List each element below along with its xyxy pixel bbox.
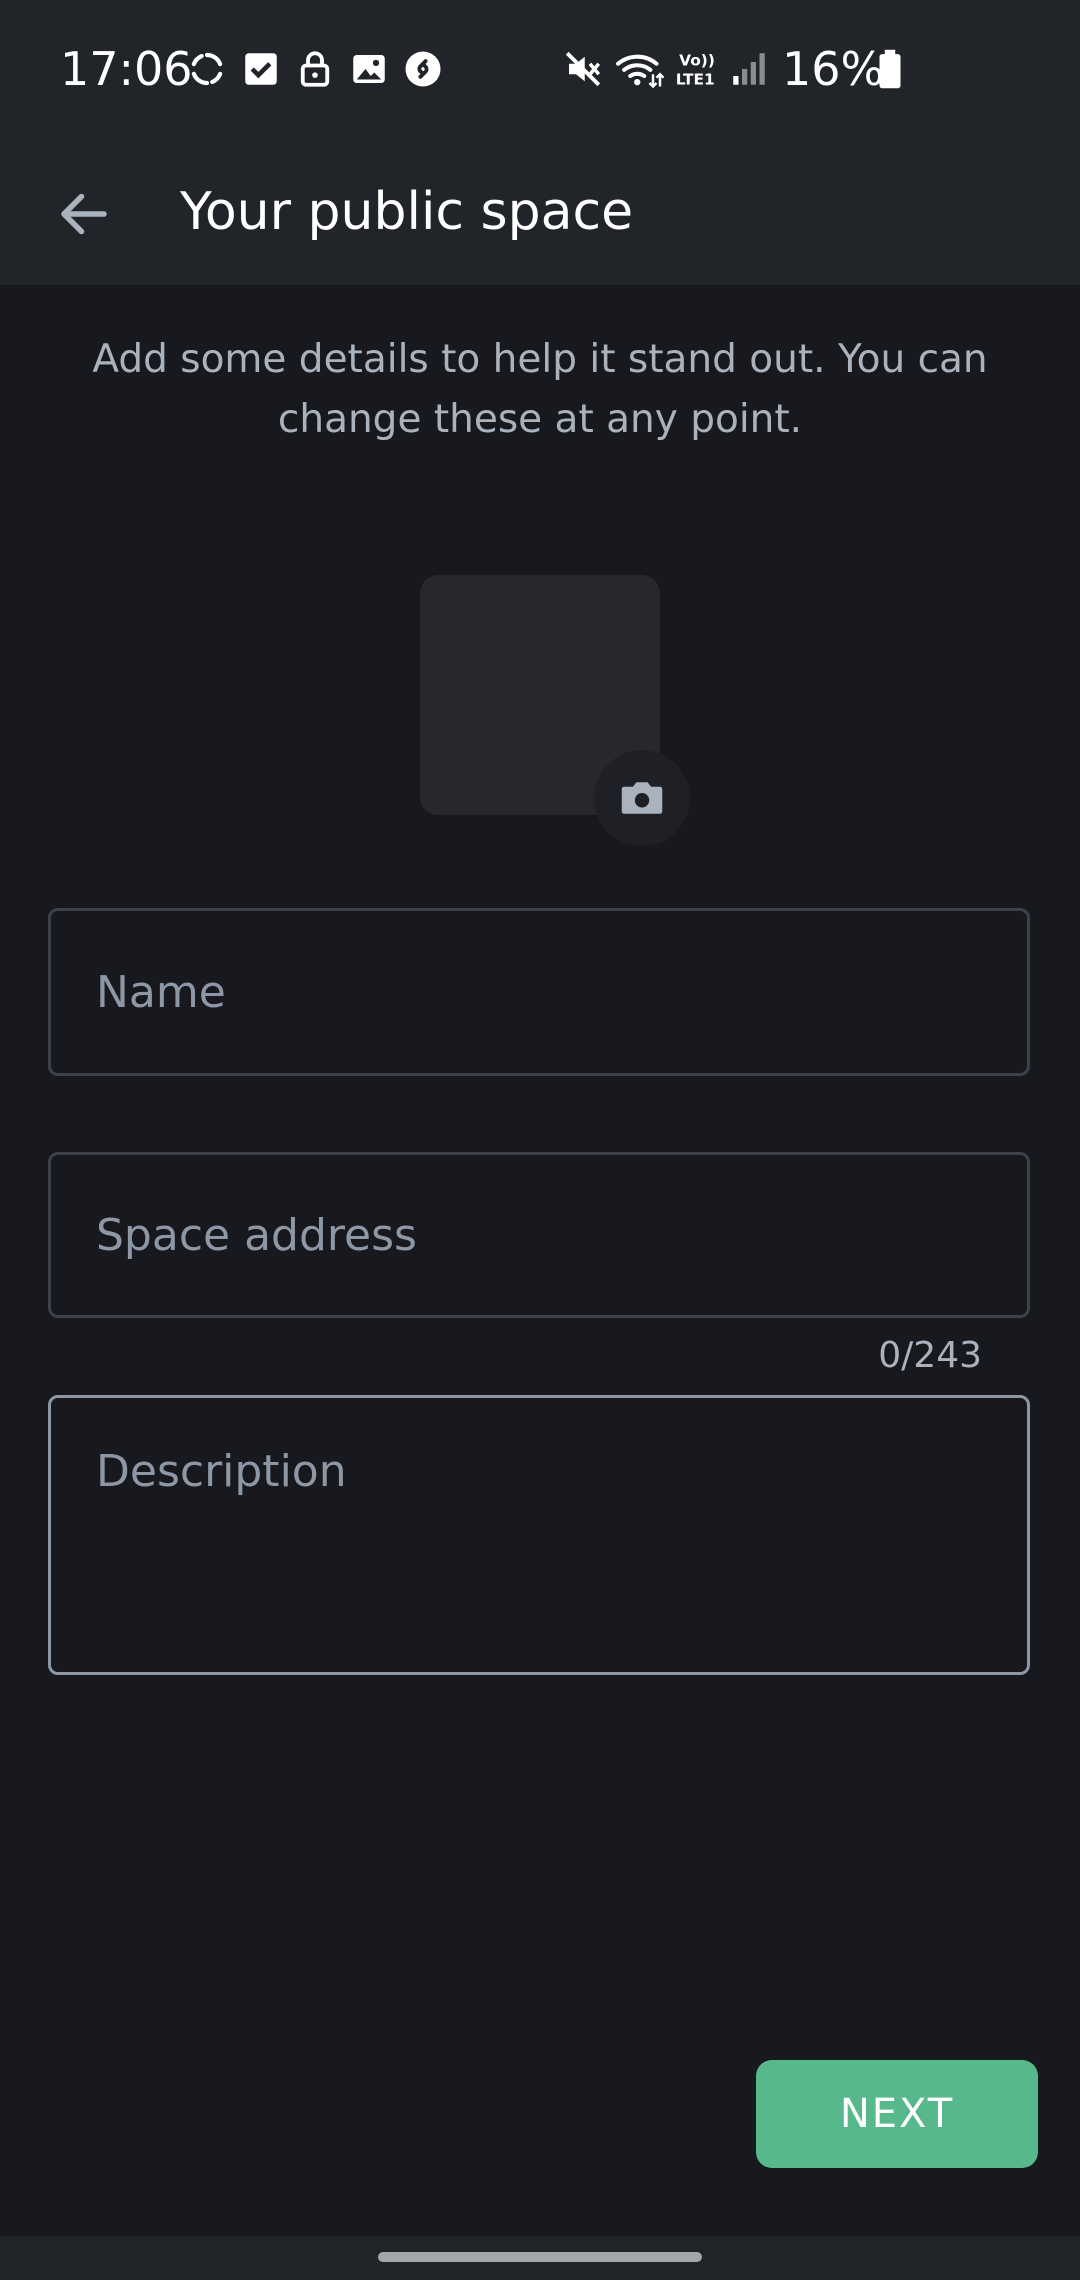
lock-icon — [300, 51, 330, 87]
change-avatar-button[interactable] — [594, 750, 690, 846]
battery-icon — [879, 49, 901, 89]
shazam-icon — [405, 51, 441, 87]
description-field[interactable] — [48, 1395, 1030, 1675]
intro-text: Add some details to help it stand out. Y… — [92, 337, 988, 442]
status-time: 17:06 — [60, 42, 193, 96]
app-bar: Your public space — [0, 140, 1080, 287]
arrow-back-icon — [61, 193, 107, 235]
wifi-icon — [615, 54, 664, 89]
sync-icon — [191, 52, 223, 86]
description-input[interactable] — [51, 1398, 1027, 1672]
space-address-field[interactable] — [48, 1152, 1030, 1318]
name-input[interactable] — [51, 911, 1027, 1073]
volte-icon: Vo)) LTE1 — [676, 52, 715, 89]
back-button[interactable] — [40, 170, 128, 258]
home-indicator[interactable] — [378, 2252, 702, 2262]
next-button[interactable]: NEXT — [756, 2060, 1038, 2168]
mute-icon — [565, 51, 601, 87]
page-title: Your public space — [180, 182, 634, 242]
name-field[interactable] — [48, 908, 1030, 1076]
camera-icon — [621, 782, 663, 814]
status-bar: 17:06 Vo)) LTE1 16% — [0, 0, 1080, 140]
checkbox-icon — [245, 53, 277, 85]
navigation-bar — [0, 2236, 1080, 2280]
character-counter: 0/243 — [878, 1335, 982, 1376]
battery-percent: 16% — [782, 42, 885, 96]
signal-icon — [733, 53, 765, 85]
svg-text:Vo)): Vo)) — [679, 52, 715, 70]
space-address-input[interactable] — [51, 1155, 1027, 1315]
gallery-icon — [353, 55, 385, 83]
svg-text:LTE1: LTE1 — [676, 70, 715, 88]
